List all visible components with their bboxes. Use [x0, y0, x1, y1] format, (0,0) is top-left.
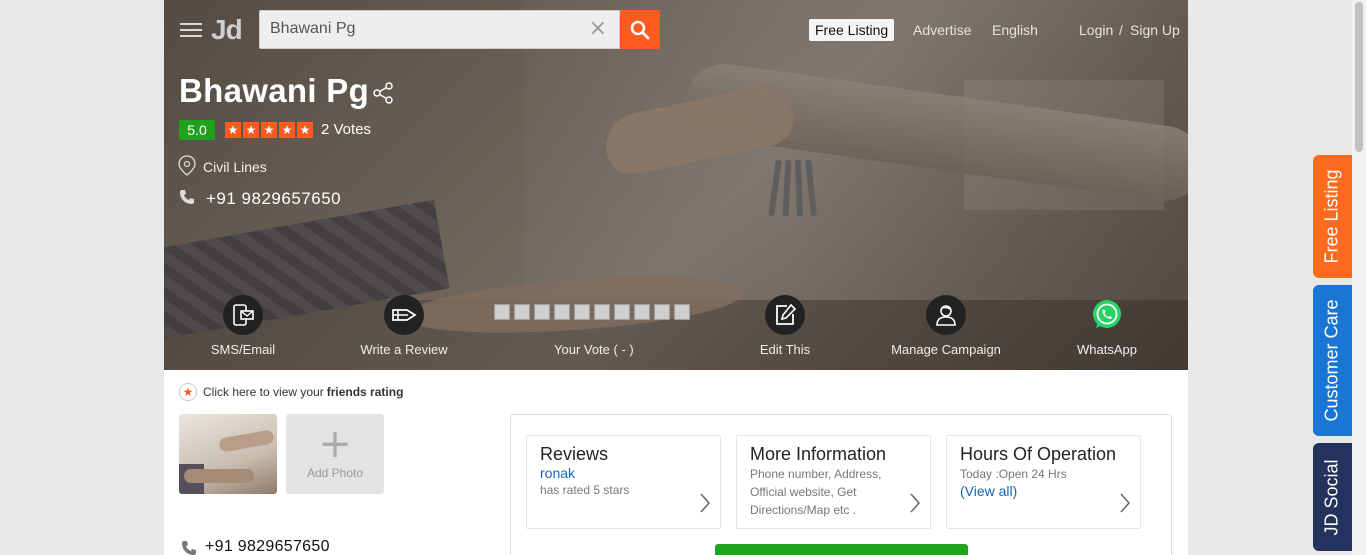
hamburger-menu-icon[interactable]	[180, 23, 202, 37]
sms-email-icon	[233, 304, 254, 326]
vote-box[interactable]	[494, 304, 510, 320]
side-tab-customer-care[interactable]: Customer Care	[1313, 285, 1352, 436]
advertise-link[interactable]: Advertise	[913, 22, 971, 38]
vote-box[interactable]	[514, 304, 530, 320]
hero-banner: Jd × Free Listing Advertise English Logi…	[164, 0, 1188, 370]
hours-card[interactable]: Hours Of Operation Today :Open 24 Hrs (V…	[946, 435, 1141, 529]
signup-link[interactable]: Sign Up	[1130, 22, 1180, 38]
login-link[interactable]: Login	[1079, 22, 1113, 38]
share-icon[interactable]	[371, 81, 395, 110]
more-information-card[interactable]: More Information Phone number, Address, …	[736, 435, 931, 529]
plus-icon: +	[318, 421, 352, 467]
vote-boxes	[494, 304, 690, 320]
whatsapp-button[interactable]: WhatsApp	[1047, 295, 1167, 357]
scrollbar[interactable]	[1352, 0, 1366, 555]
vote-box[interactable]	[594, 304, 610, 320]
star-rating: ★ ★ ★ ★ ★	[225, 122, 313, 138]
primary-action-button[interactable]	[715, 544, 968, 555]
search-input[interactable]	[270, 20, 580, 38]
rating-badge: 5.0	[179, 120, 215, 140]
side-tab-jd-social[interactable]: JD Social	[1313, 443, 1352, 551]
login-separator: /	[1119, 22, 1123, 38]
side-tab-free-listing[interactable]: Free Listing	[1313, 155, 1352, 278]
star-icon: ★	[243, 122, 259, 138]
scrollbar-thumb[interactable]	[1355, 2, 1363, 152]
star-icon: ★	[261, 122, 277, 138]
clear-search-icon[interactable]: ×	[589, 18, 607, 40]
reviewer-name[interactable]: ronak	[540, 465, 707, 481]
search-bar: ×	[259, 10, 620, 49]
vote-box[interactable]	[654, 304, 670, 320]
chevron-right-icon	[1120, 493, 1131, 513]
friends-rating-link[interactable]: ★ Click here to view your friends rating	[179, 383, 403, 401]
chevron-right-icon	[910, 493, 921, 513]
business-phone-secondary[interactable]: +91 9829657650	[205, 538, 330, 555]
votes-count[interactable]: 2 Votes	[321, 121, 371, 138]
search-button[interactable]	[620, 10, 660, 49]
vote-box[interactable]	[554, 304, 570, 320]
star-icon: ★	[225, 122, 241, 138]
reviews-card[interactable]: Reviews ronak has rated 5 stars	[526, 435, 721, 529]
edit-icon	[776, 303, 797, 325]
add-photo-button[interactable]: + Add Photo	[286, 414, 384, 494]
jd-logo[interactable]: Jd	[211, 14, 243, 46]
star-icon: ★	[297, 122, 313, 138]
phone-icon	[179, 189, 195, 210]
vote-box[interactable]	[534, 304, 550, 320]
photo-thumbnail[interactable]	[179, 414, 277, 494]
search-icon	[630, 20, 650, 39]
content-area: ★ Click here to view your friends rating…	[164, 370, 1188, 555]
vote-box[interactable]	[574, 304, 590, 320]
edit-this-button[interactable]: Edit This	[725, 295, 845, 357]
vote-box[interactable]	[634, 304, 650, 320]
pen-icon	[392, 309, 417, 321]
language-selector[interactable]: English	[992, 22, 1038, 38]
info-panel: Reviews ronak has rated 5 stars More Inf…	[510, 414, 1172, 555]
page-container: Jd × Free Listing Advertise English Logi…	[164, 0, 1188, 555]
person-icon	[936, 305, 956, 326]
phone-icon	[181, 540, 197, 555]
vote-box[interactable]	[614, 304, 630, 320]
whatsapp-icon	[1093, 300, 1121, 328]
sms-email-button[interactable]: SMS/Email	[183, 295, 303, 357]
business-location[interactable]: Civil Lines	[203, 159, 267, 175]
your-vote-label: Your Vote ( - )	[554, 342, 634, 357]
free-listing-button[interactable]: Free Listing	[809, 19, 895, 41]
business-name: Bhawani Pg	[179, 72, 370, 109]
business-phone[interactable]: +91 9829657650	[206, 189, 341, 209]
manage-campaign-button[interactable]: Manage Campaign	[886, 295, 1006, 357]
view-all-hours-link[interactable]: (View all)	[960, 483, 1127, 499]
chevron-right-icon	[700, 493, 711, 513]
write-review-button[interactable]: Write a Review	[344, 295, 464, 357]
star-circle-icon: ★	[179, 383, 197, 401]
vote-box[interactable]	[674, 304, 690, 320]
star-icon: ★	[279, 122, 295, 138]
location-pin-icon	[178, 155, 196, 182]
